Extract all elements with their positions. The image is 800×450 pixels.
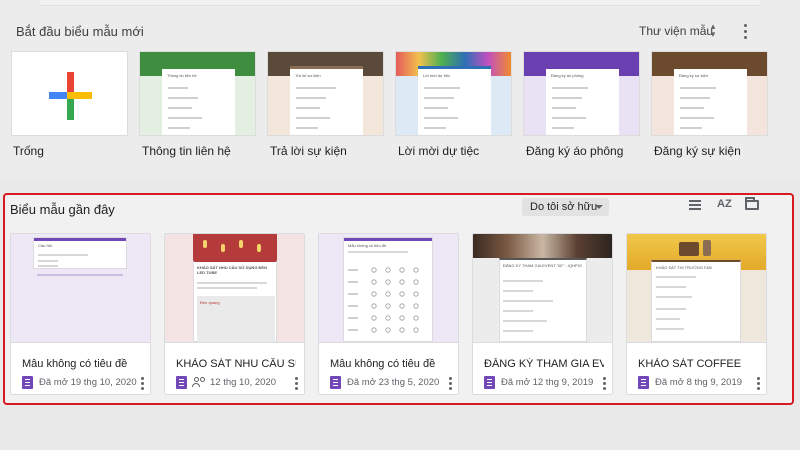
thumb-text: Đăng ký áo phông: [551, 73, 584, 78]
template-party-invite[interactable]: Lời mời dự tiệc: [395, 51, 512, 136]
thumb-text: Đăng ký sự kiện: [679, 73, 708, 78]
owner-filter-dropdown[interactable]: Do tôi sở hữu: [522, 198, 609, 216]
plus-icon: [49, 72, 92, 120]
thumb-text: ĐĂNG KÝ THAM GIA EVENT "IIE" - IQHPIO: [503, 263, 582, 268]
template-label-rsvp: Trả lời sự kiện: [270, 144, 347, 158]
form-thumbnail: KHẢO SÁT NHU CẦU SỬ DỤNG ĐÈN LED TUBE Đè…: [165, 234, 304, 342]
forms-icon: [330, 376, 341, 389]
grid-question-preview: [348, 267, 419, 333]
unfold-more-icon[interactable]: ▴ ▾: [707, 22, 719, 40]
forms-icon: [484, 376, 495, 389]
template-gallery: Bắt đầu biểu mẫu mới Thư viện mẫu ▴ ▾ Trố…: [0, 0, 800, 180]
form-title: Mẫu không có tiêu đề: [22, 358, 128, 370]
shared-people-icon: [192, 377, 206, 388]
gallery-title: Bắt đầu biểu mẫu mới: [16, 24, 144, 39]
form-title: KHẢO SÁT COFFEE: [638, 358, 742, 370]
dropdown-arrow-icon: [595, 205, 603, 209]
form-title: Mẫu không có tiêu đề: [330, 358, 436, 370]
form-thumbnail: KHẢO SÁT THỊ TRƯỜNG F&B: [627, 234, 766, 342]
form-opened-date: Đã mở 12 thg 9, 2019: [501, 377, 594, 388]
recent-form-card[interactable]: Mẫu không có tiêu đề Mẫu không có tiêu đ…: [318, 233, 459, 395]
more-options-icon[interactable]: [449, 376, 453, 390]
thumb-text: KHẢO SÁT NHU CẦU SỬ DỤNG ĐÈN LED TUBE: [197, 265, 267, 275]
more-options-icon[interactable]: [141, 376, 145, 390]
form-title: KHẢO SÁT NHU CẦU SỬ D...: [176, 358, 296, 370]
recent-forms-section: Biểu mẫu gần đây Do tôi sở hữu AZ Câu hỏ…: [3, 193, 794, 405]
template-blank[interactable]: [11, 51, 128, 136]
form-title: ĐĂNG KÝ THAM GIA EVE...: [484, 358, 604, 370]
form-date: 12 thg 10, 2020: [210, 377, 277, 388]
form-thumbnail: ĐĂNG KÝ THAM GIA EVENT "IIE" - IQHPIO: [473, 234, 612, 342]
template-library-button[interactable]: Thư viện mẫu: [639, 24, 713, 38]
thumb-text: Câu hỏi: [38, 243, 52, 248]
template-label-party: Lời mời dự tiệc: [398, 144, 480, 158]
forms-icon: [176, 376, 187, 389]
form-opened-date: Đã mở 23 thg 5, 2020: [347, 377, 440, 388]
folder-icon[interactable]: [745, 197, 759, 210]
more-options-icon[interactable]: [603, 376, 607, 390]
thumb-text: Trả lời sự kiện: [295, 73, 321, 78]
template-tshirt-signup[interactable]: Đăng ký áo phông: [523, 51, 640, 136]
more-vert-icon[interactable]: [740, 22, 750, 40]
list-view-icon[interactable]: [689, 200, 701, 211]
thumb-text: Thông tin liên hệ: [167, 73, 197, 78]
recent-form-card[interactable]: KHẢO SÁT NHU CẦU SỬ DỤNG ĐÈN LED TUBE Đè…: [164, 233, 305, 395]
sort-az-icon[interactable]: AZ: [717, 198, 732, 210]
owner-filter-label: Do tôi sở hữu: [530, 201, 598, 213]
recent-form-card[interactable]: KHẢO SÁT THỊ TRƯỜNG F&B KHẢO SÁT COFFEE …: [626, 233, 767, 395]
template-event-rsvp[interactable]: Trả lời sự kiện: [267, 51, 384, 136]
thumb-text: KHẢO SÁT THỊ TRƯỜNG F&B: [656, 265, 712, 270]
form-thumbnail: Mẫu không có tiêu đề: [319, 234, 458, 342]
top-divider: [40, 0, 760, 6]
more-options-icon[interactable]: [295, 376, 299, 390]
template-label-registration: Đăng ký sự kiện: [654, 144, 741, 158]
form-opened-date: Đã mở 8 thg 9, 2019: [655, 377, 743, 388]
form-opened-date: Đã mở 19 thg 10, 2020: [39, 377, 137, 388]
forms-icon: [22, 376, 33, 389]
template-label-contact: Thông tin liên hệ: [142, 144, 231, 158]
more-options-icon[interactable]: [757, 376, 761, 390]
template-event-registration[interactable]: Đăng ký sự kiện: [651, 51, 768, 136]
thumb-text: Đèn quang: [200, 300, 220, 305]
form-thumbnail: Câu hỏi: [11, 234, 150, 342]
recent-form-card[interactable]: Câu hỏi Mẫu không có tiêu đề Đã mở 19 th…: [10, 233, 151, 395]
thumb-text: Lời mời dự tiệc: [423, 73, 451, 78]
recent-form-card[interactable]: ĐĂNG KÝ THAM GIA EVENT "IIE" - IQHPIO ĐĂ…: [472, 233, 613, 395]
recent-forms-title: Biểu mẫu gần đây: [10, 202, 115, 217]
template-label-blank: Trống: [13, 144, 44, 158]
forms-icon: [638, 376, 649, 389]
thumb-text: Mẫu không có tiêu đề: [348, 243, 387, 248]
template-label-tshirt: Đăng ký áo phông: [526, 144, 624, 158]
template-contact-info[interactable]: Thông tin liên hệ: [139, 51, 256, 136]
